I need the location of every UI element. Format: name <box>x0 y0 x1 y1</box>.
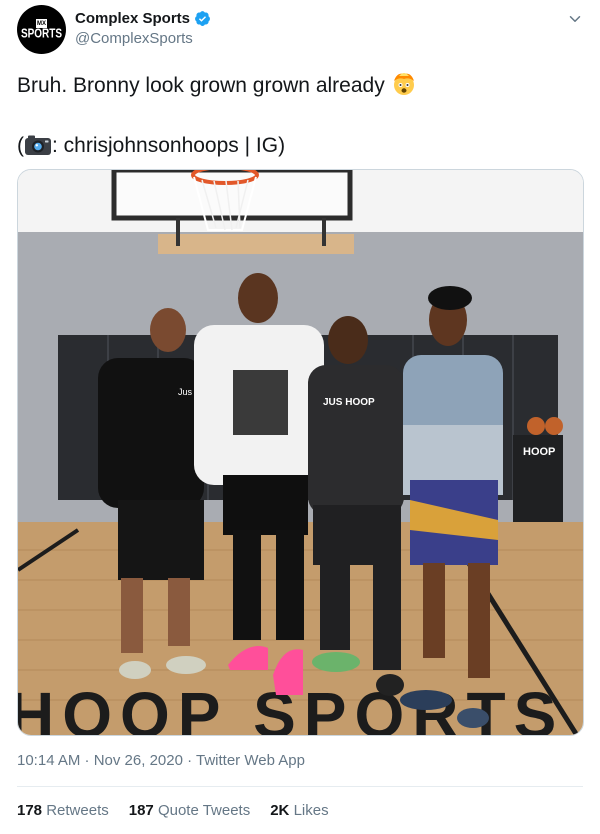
quotes-count: 187 <box>128 802 154 819</box>
likes-stat[interactable]: 2K Likes <box>270 802 328 819</box>
avatar[interactable]: MX SPORTS <box>17 5 66 54</box>
likes-label: Likes <box>293 802 329 819</box>
handle[interactable]: @ComplexSports <box>75 30 193 47</box>
tweet-line-1-text: Bruh. Bronny look grown grown already <box>17 74 385 97</box>
display-name[interactable]: Complex Sports <box>75 10 190 27</box>
exploding-head-emoji-icon <box>393 73 414 95</box>
tweet-line-2: ( : chrisjohnsonhoops | IG) <box>17 131 577 161</box>
tweet-line-2-prefix: ( <box>17 134 24 157</box>
quotes-stat[interactable]: 187 Quote Tweets <box>129 802 250 819</box>
tweet-line-2-text: : chrisjohnsonhoops | IG) <box>52 134 286 157</box>
tweet-card: MX SPORTS Complex Sports @ComplexSports … <box>0 0 600 834</box>
tweet-stats: 178 Retweets 187 Quote Tweets 2K Likes <box>17 802 349 819</box>
tweet-text: Bruh. Bronny look grown grown already ( … <box>17 70 577 161</box>
tweet-meta[interactable]: 10:14 AM · Nov 26, 2020 · Twitter Web Ap… <box>17 752 305 769</box>
retweets-stat[interactable]: 178 Retweets <box>17 802 109 819</box>
shirt-text-2: JUS HOOP <box>323 397 375 408</box>
avatar-text: SPORTS <box>20 27 63 42</box>
camera-emoji-icon <box>25 135 51 155</box>
name-row: Complex Sports <box>75 10 211 27</box>
retweets-count: 178 <box>17 802 43 819</box>
divider <box>17 786 583 787</box>
verified-badge-icon <box>195 11 210 26</box>
retweets-label: Retweets <box>46 802 109 819</box>
likes-count: 2K <box>270 802 290 819</box>
quotes-label: Quote Tweets <box>157 802 251 819</box>
chevron-down-icon[interactable] <box>566 10 584 28</box>
wall-sign-text: HOOP <box>523 446 555 458</box>
tweet-line-1: Bruh. Bronny look grown grown already <box>17 70 577 101</box>
tweet-photo[interactable]: HOOP HOOP SPORTS Jus JUS HOOP <box>17 169 584 736</box>
photo-illustration: HOOP HOOP SPORTS Jus JUS HOOP <box>18 170 583 735</box>
